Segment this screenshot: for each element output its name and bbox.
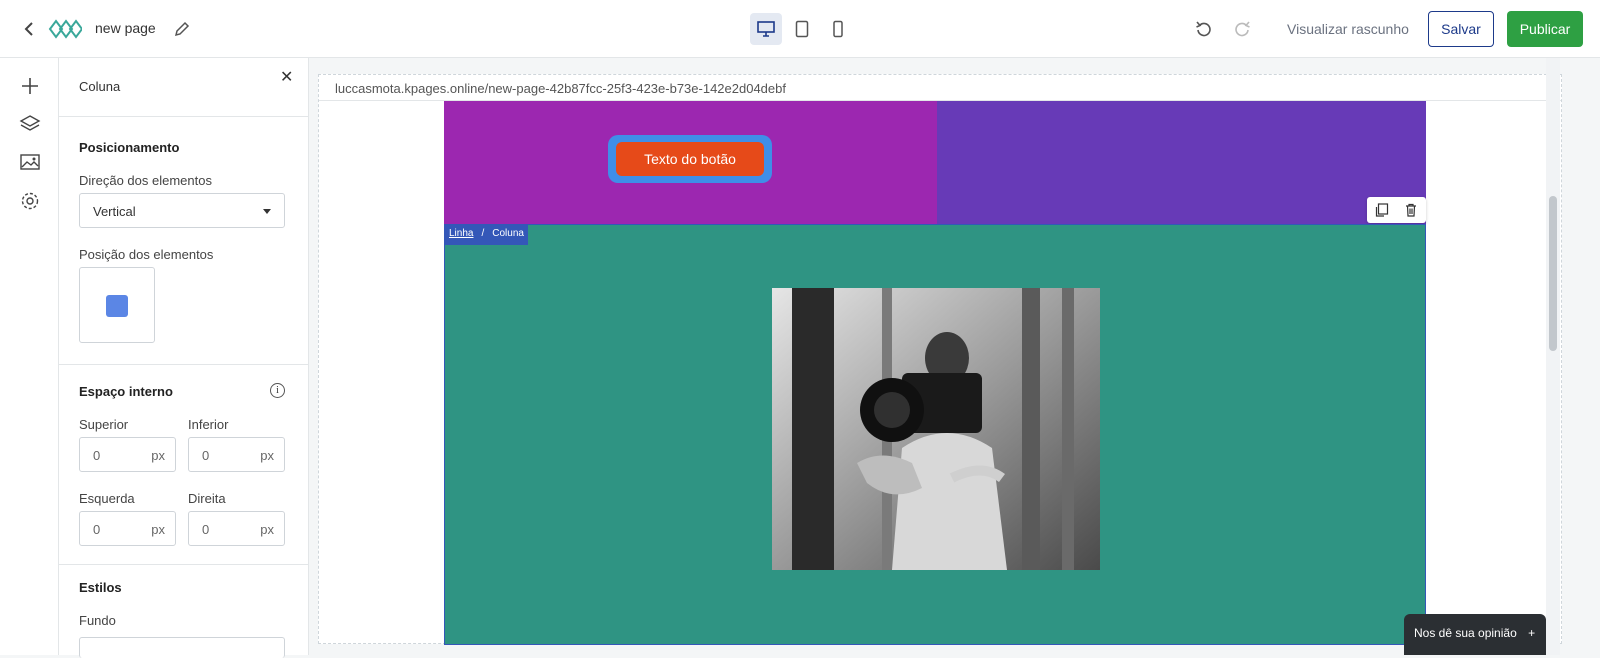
column-deep-purple[interactable]: [937, 101, 1426, 224]
logo-icon: [48, 19, 82, 39]
publish-button[interactable]: Publicar: [1507, 11, 1583, 47]
duplicate-icon[interactable]: [1374, 202, 1390, 218]
cta-button[interactable]: Texto do botão: [616, 142, 764, 176]
styles-section: Estilos Fundo: [59, 565, 308, 658]
unit-label: px: [260, 522, 274, 537]
padding-right-input[interactable]: 0 px: [188, 511, 285, 546]
close-icon[interactable]: ✕: [280, 67, 293, 87]
button-selection-outline: Texto do botão: [608, 135, 772, 183]
gear-icon[interactable]: [19, 190, 41, 212]
feedback-label: Nos dê sua opinião: [1414, 626, 1517, 640]
right-label: Direita: [188, 491, 226, 506]
tablet-icon: [795, 20, 809, 38]
background-label: Fundo: [79, 613, 116, 628]
layers-icon[interactable]: [19, 113, 41, 135]
pencil-icon[interactable]: [172, 19, 192, 39]
row-2-selected[interactable]: Linha / Coluna: [444, 224, 1426, 645]
unit-label: px: [260, 448, 274, 463]
plus-icon[interactable]: [19, 75, 41, 97]
padding-bottom-input[interactable]: 0 px: [188, 437, 285, 472]
positioning-title: Posicionamento: [79, 140, 180, 155]
plus-icon: +: [1528, 626, 1536, 640]
column-purple[interactable]: Texto do botão: [444, 101, 937, 224]
position-center-marker: [106, 295, 128, 317]
padding-top-input[interactable]: 0 px: [79, 437, 176, 472]
image-icon[interactable]: [19, 151, 41, 173]
breadcrumb-row-link[interactable]: Linha: [449, 228, 473, 242]
styles-title: Estilos: [79, 580, 122, 595]
tablet-device-button[interactable]: [786, 13, 818, 45]
mobile-device-button[interactable]: [822, 13, 854, 45]
preview-draft-link[interactable]: Visualizar rascunho: [1287, 21, 1409, 37]
save-button[interactable]: Salvar: [1428, 11, 1494, 47]
top-label: Superior: [79, 417, 129, 432]
direction-label: Direção dos elementos: [79, 173, 212, 188]
info-icon[interactable]: i: [270, 383, 285, 398]
padding-top-value: 0: [93, 448, 101, 463]
row-toolbar: [1367, 197, 1426, 223]
editor-canvas: luccasmota.kpages.online/new-page-42b87f…: [318, 74, 1562, 645]
trash-icon[interactable]: [1403, 202, 1419, 218]
padding-bottom-value: 0: [202, 448, 210, 463]
direction-select[interactable]: Vertical: [79, 193, 285, 228]
url-bar: luccasmota.kpages.online/new-page-42b87f…: [319, 75, 1561, 101]
scrollbar-thumb[interactable]: [1549, 196, 1557, 351]
position-picker[interactable]: [79, 267, 155, 343]
left-rail: [0, 58, 59, 655]
top-bar: new page Visualizar rascunho Salvar Publ…: [0, 0, 1600, 58]
padding-left-value: 0: [93, 522, 101, 537]
padding-left-input[interactable]: 0 px: [79, 511, 176, 546]
breadcrumb-column: Coluna: [492, 228, 524, 239]
positioning-section: Posicionamento Direção dos elementos Ver…: [59, 117, 308, 365]
unit-label: px: [151, 522, 165, 537]
padding-title: Espaço interno: [79, 384, 173, 399]
panel-title: Coluna: [79, 79, 121, 94]
breadcrumb-separator: /: [481, 228, 485, 239]
feedback-tab[interactable]: Nos dê sua opinião +: [1404, 614, 1546, 655]
direction-value: Vertical: [93, 204, 136, 219]
panel-header: Coluna ✕: [59, 58, 308, 117]
padding-section: Espaço interno i Superior Inferior 0 px 0…: [59, 365, 308, 565]
page-preview: Texto do botão Linha / Coluna: [444, 101, 1426, 645]
mobile-icon: [833, 20, 843, 38]
left-label: Esquerda: [79, 491, 135, 506]
desktop-device-button[interactable]: [750, 13, 782, 45]
desktop-icon: [757, 21, 775, 37]
bottom-label: Inferior: [188, 417, 229, 432]
page-url: luccasmota.kpages.online/new-page-42b87f…: [335, 81, 786, 96]
device-switcher: [750, 13, 854, 45]
redo-icon[interactable]: [1232, 19, 1252, 39]
row-1[interactable]: Texto do botão: [444, 101, 1426, 224]
breadcrumb: Linha / Coluna: [445, 225, 528, 245]
column-settings-panel: Coluna ✕ Posicionamento Direção dos elem…: [59, 58, 309, 658]
position-label: Posição dos elementos: [79, 247, 214, 262]
photo-image[interactable]: [772, 288, 1100, 570]
padding-right-value: 0: [202, 522, 210, 537]
unit-label: px: [151, 448, 165, 463]
undo-icon[interactable]: [1194, 19, 1214, 39]
caret-down-icon: [263, 209, 271, 214]
scrollbar-track: [1546, 58, 1560, 655]
page-name: new page: [95, 20, 156, 36]
back-chevron-icon[interactable]: [18, 18, 40, 40]
